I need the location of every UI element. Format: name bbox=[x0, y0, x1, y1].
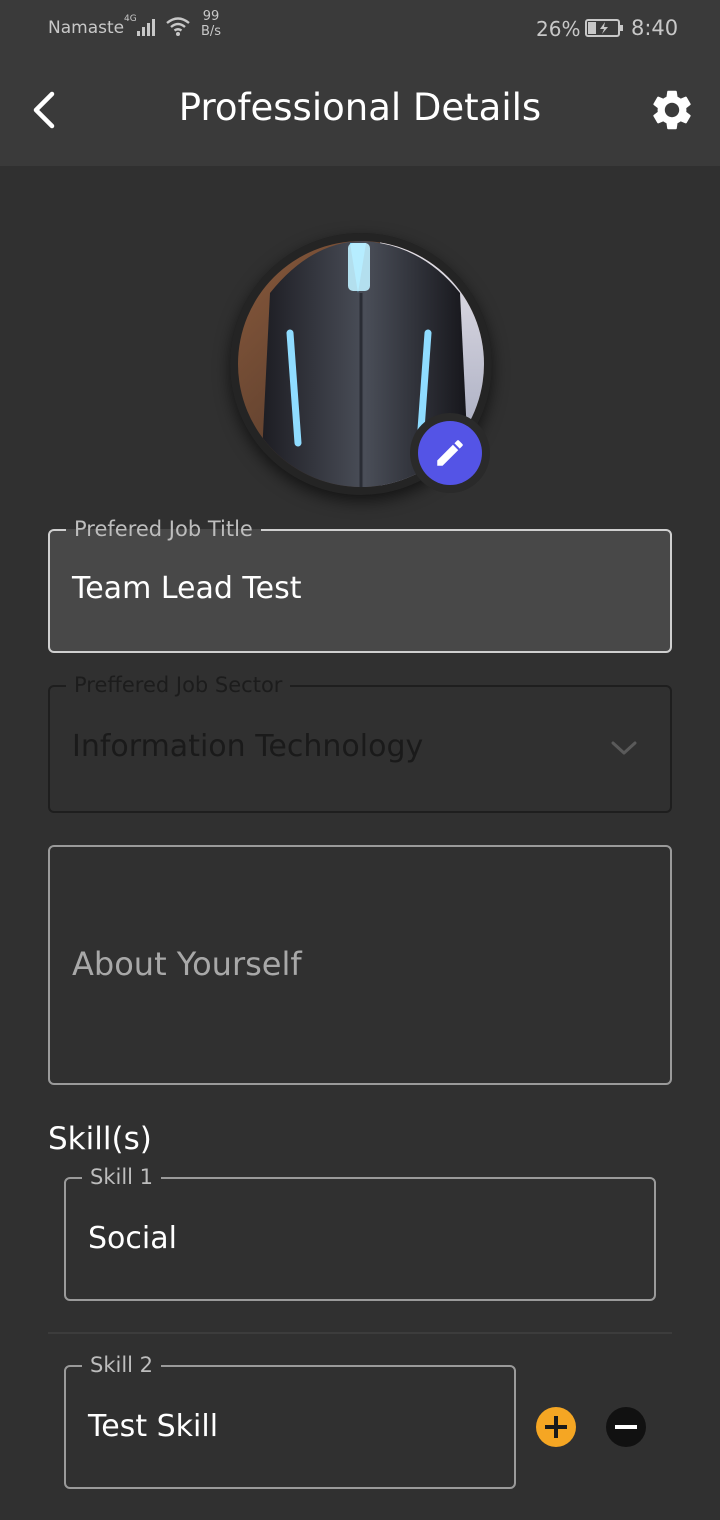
page-title: Professional Details bbox=[178, 86, 542, 129]
job-title-field[interactable]: Prefered Job Title Team Lead Test bbox=[48, 516, 672, 653]
network-speed-unit: B/s bbox=[201, 24, 222, 39]
job-sector-value: Information Technology bbox=[72, 729, 424, 764]
clock: 8:40 bbox=[631, 16, 679, 40]
network-speed-value: 99 bbox=[202, 9, 220, 24]
minus-circle-icon bbox=[606, 1407, 646, 1447]
remove-skill-button[interactable] bbox=[606, 1407, 646, 1447]
about-yourself-placeholder: About Yourself bbox=[72, 945, 302, 983]
status-bar: Namaste 4G 99 B/s 26% 8:40 bbox=[0, 0, 720, 56]
profile-photo-section bbox=[230, 233, 492, 495]
edit-photo-button-inner bbox=[418, 421, 482, 485]
job-title-label: Prefered Job Title bbox=[66, 516, 261, 542]
app-bar: Professional Details bbox=[0, 56, 720, 166]
network-type: 4G bbox=[124, 14, 137, 24]
settings-button[interactable] bbox=[648, 86, 696, 134]
pencil-icon bbox=[437, 440, 463, 466]
chevron-down-icon bbox=[611, 741, 637, 755]
about-yourself-textarea[interactable]: About Yourself bbox=[48, 845, 672, 1085]
skill-1-label: Skill 1 bbox=[82, 1164, 162, 1190]
skills-heading: Skill(s) bbox=[48, 1121, 152, 1157]
carrier-name: Namaste bbox=[48, 18, 125, 38]
skill-2-label: Skill 2 bbox=[82, 1352, 162, 1378]
plus-circle-icon bbox=[536, 1407, 576, 1447]
job-title-value: Team Lead Test bbox=[72, 571, 302, 606]
battery-charging-icon bbox=[585, 19, 623, 37]
job-sector-select[interactable]: Preffered Job Sector Information Technol… bbox=[48, 672, 672, 813]
edit-photo-button[interactable] bbox=[410, 413, 490, 493]
gear-icon bbox=[653, 90, 691, 130]
skill-1-value: Social bbox=[88, 1221, 177, 1256]
skills-divider bbox=[48, 1332, 672, 1334]
skill-1-field[interactable]: Skill 1 Social bbox=[64, 1164, 656, 1301]
skill-2-value: Test Skill bbox=[88, 1409, 219, 1444]
signal-icon bbox=[137, 19, 155, 36]
wifi-icon bbox=[166, 17, 190, 36]
skill-2-field[interactable]: Skill 2 Test Skill bbox=[64, 1352, 516, 1489]
add-skill-button[interactable] bbox=[536, 1407, 576, 1447]
network-speed: 99 B/s bbox=[201, 9, 221, 39]
battery-percent: 26% bbox=[536, 17, 581, 41]
job-sector-label: Preffered Job Sector bbox=[66, 672, 291, 698]
